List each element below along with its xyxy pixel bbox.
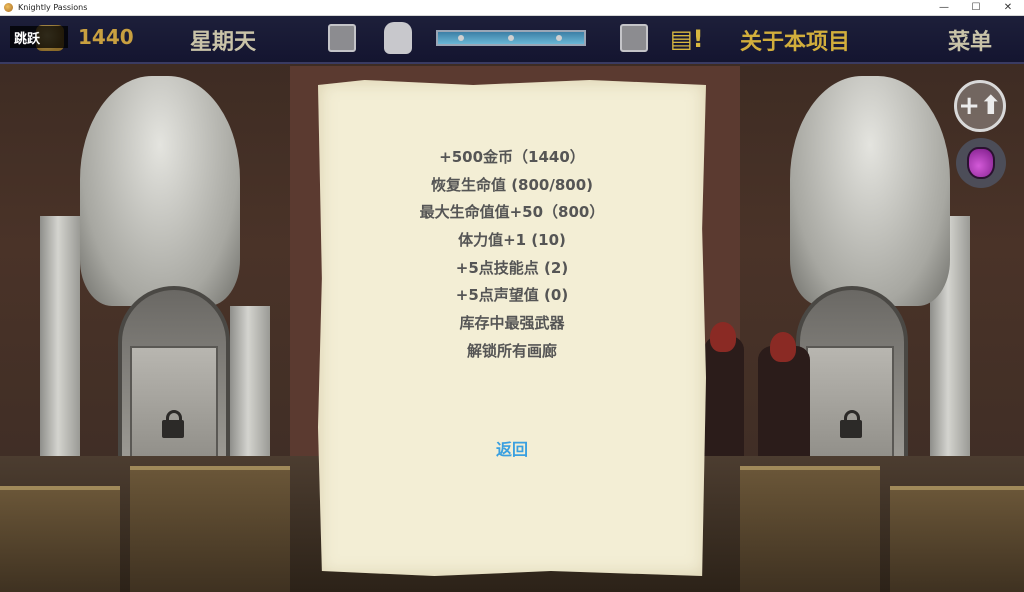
time-of-day-bar [436,30,586,46]
top-hud: 1440 星期天 ▤! 关于本项目 菜单 [0,16,1024,64]
pew-right-1 [740,466,880,592]
potion-icon [967,147,995,179]
gold-amount: 1440 [78,25,134,49]
window-titlebar: Knightly Passions — ☐ ✕ [0,0,1024,16]
reward-option-heal[interactable]: 恢复生命值 (800/800) [318,172,706,200]
left-inner-pillar [230,306,270,476]
window-title: Knightly Passions [18,3,88,12]
inventory-icon[interactable] [620,24,648,52]
left-door [130,346,218,466]
window-controls: — ☐ ✕ [928,0,1024,16]
cultist-head-right [770,332,796,362]
about-project-link[interactable]: 关于本项目 [740,24,850,56]
cultist-head-left [710,322,736,352]
pew-right-2 [890,486,1024,592]
time-marker [458,35,464,41]
skip-button[interactable]: 跳跃 [10,26,68,48]
back-button[interactable]: 返回 [318,436,706,460]
left-pillar [40,216,80,476]
reward-option-best-weapon[interactable]: 库存中最强武器 [318,310,706,338]
pew-left-2 [130,466,290,592]
close-button[interactable]: ✕ [992,0,1024,16]
maximize-button[interactable]: ☐ [960,0,992,16]
minimize-button[interactable]: — [928,0,960,16]
day-label: 星期天 [190,30,257,55]
app-icon [4,3,13,12]
left-lock-icon[interactable] [162,410,184,438]
map-icon[interactable] [328,24,356,52]
time-marker [556,35,562,41]
pew-left-1 [0,486,120,592]
reward-options-list: +500金币（1440） 恢复生命值 (800/800) 最大生命值值+50（8… [318,144,706,366]
reward-option-max-hp[interactable]: 最大生命值值+50（800） [318,199,706,227]
reward-option-gold[interactable]: +500金币（1440） [318,144,706,172]
potion-button[interactable] [956,138,1006,188]
reward-option-skill-points[interactable]: +5点技能点 (2) [318,255,706,283]
level-up-icon[interactable]: +⬆ [954,80,1006,132]
right-door [806,346,894,466]
right-statue [790,76,950,306]
backpack-icon[interactable] [384,22,412,54]
reward-option-stamina[interactable]: 体力值+1 (10) [318,227,706,255]
reward-option-reputation[interactable]: +5点声望值 (0) [318,282,706,310]
reward-option-unlock-gallery[interactable]: 解锁所有画廊 [318,338,706,366]
right-lock-icon[interactable] [840,410,862,438]
menu-link[interactable]: 菜单 [948,24,992,56]
left-statue [80,76,240,306]
time-marker [508,35,514,41]
quest-log-icon[interactable]: ▤! [670,24,704,54]
